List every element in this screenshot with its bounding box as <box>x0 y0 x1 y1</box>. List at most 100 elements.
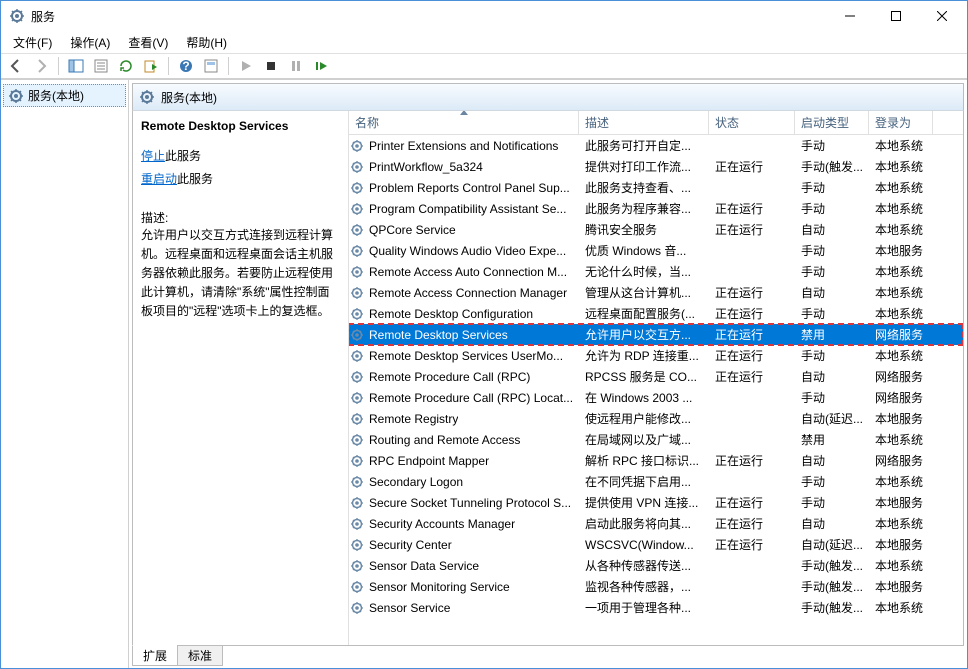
table-row[interactable]: Security CenterWSCSVC(Window...正在运行自动(延迟… <box>349 534 963 555</box>
start-service-button[interactable] <box>235 55 257 77</box>
table-row[interactable]: Sensor Monitoring Service监视各种传感器，...手动(触… <box>349 576 963 597</box>
table-row[interactable]: Remote Procedure Call (RPC)RPCSS 服务是 CO.… <box>349 366 963 387</box>
cell-startup: 手动 <box>795 473 869 490</box>
table-row[interactable]: Remote Registry使远程用户能修改...自动(延迟...本地服务 <box>349 408 963 429</box>
close-button[interactable] <box>919 1 965 31</box>
table-row[interactable]: Routing and Remote Access在局域网以及广域...禁用本地… <box>349 429 963 450</box>
column-header-status[interactable]: 状态 <box>709 111 795 134</box>
table-row[interactable]: Quality Windows Audio Video Expe...优质 Wi… <box>349 240 963 261</box>
table-row[interactable]: Remote Procedure Call (RPC) Locat...在 Wi… <box>349 387 963 408</box>
service-icon <box>349 180 365 196</box>
cell-startup: 手动(触发... <box>795 557 869 574</box>
service-icon <box>349 264 365 280</box>
tab-extended[interactable]: 扩展 <box>132 645 178 666</box>
table-row[interactable]: Program Compatibility Assistant Se...此服务… <box>349 198 963 219</box>
show-hide-tree-button[interactable] <box>65 55 87 77</box>
restart-link[interactable]: 重启动 <box>141 172 177 186</box>
service-icon <box>349 495 365 511</box>
menu-view[interactable]: 查看(V) <box>120 32 176 53</box>
cell-startup: 自动 <box>795 515 869 532</box>
restart-service-button[interactable] <box>310 55 332 77</box>
table-row[interactable]: Remote Desktop Services UserMo...允许为 RDP… <box>349 345 963 366</box>
service-icon <box>349 285 365 301</box>
minimize-button[interactable] <box>827 1 873 31</box>
detail-service-name: Remote Desktop Services <box>141 119 340 133</box>
cell-name: Routing and Remote Access <box>369 433 520 447</box>
properties-button[interactable] <box>90 55 112 77</box>
maximize-button[interactable] <box>873 1 919 31</box>
refresh-button[interactable] <box>115 55 137 77</box>
column-header-logon[interactable]: 登录为 <box>869 111 933 134</box>
cell-desc: 监视各种传感器，... <box>579 578 709 595</box>
cell-logon: 本地服务 <box>869 494 933 511</box>
tree-item-label: 服务(本地) <box>28 87 84 104</box>
cell-startup: 手动 <box>795 263 869 280</box>
cell-logon: 本地系统 <box>869 284 933 301</box>
menu-help[interactable]: 帮助(H) <box>178 32 235 53</box>
cell-logon: 网络服务 <box>869 326 933 343</box>
table-row[interactable]: Remote Access Auto Connection M... 无论什么时候… <box>349 261 963 282</box>
app-icon <box>9 8 25 24</box>
export-button[interactable] <box>140 55 162 77</box>
cell-status: 正在运行 <box>709 305 795 322</box>
gear-icon <box>8 88 24 104</box>
back-button[interactable] <box>5 55 27 77</box>
menu-file[interactable]: 文件(F) <box>5 32 60 53</box>
table-row[interactable]: Problem Reports Control Panel Sup...此服务支… <box>349 177 963 198</box>
cell-desc: 无论什么时候，当... <box>579 263 709 280</box>
service-icon <box>349 600 365 616</box>
help-index-button[interactable] <box>200 55 222 77</box>
main-pane: 服务(本地) Remote Desktop Services 停止此服务 重启动… <box>129 80 967 668</box>
table-row[interactable]: RPC Endpoint Mapper解析 RPC 接口标识...正在运行自动网… <box>349 450 963 471</box>
titlebar: 服务 <box>1 1 967 31</box>
cell-logon: 本地服务 <box>869 242 933 259</box>
menu-action[interactable]: 操作(A) <box>62 32 118 53</box>
tab-standard[interactable]: 标准 <box>177 645 223 666</box>
pause-service-button[interactable] <box>285 55 307 77</box>
cell-name: Secure Socket Tunneling Protocol S... <box>369 496 571 510</box>
service-icon <box>349 474 365 490</box>
table-row[interactable]: Security Accounts Manager启动此服务将向其...正在运行… <box>349 513 963 534</box>
cell-name: Remote Access Auto Connection M... <box>369 265 567 279</box>
tree-item-services-local[interactable]: 服务(本地) <box>3 84 126 107</box>
column-header-desc[interactable]: 描述 <box>579 111 709 134</box>
cell-startup: 禁用 <box>795 431 869 448</box>
table-row[interactable]: Sensor Service一项用于管理各种...手动(触发...本地系统 <box>349 597 963 618</box>
cell-desc: 从各种传感器传送... <box>579 557 709 574</box>
column-header-startup[interactable]: 启动类型 <box>795 111 869 134</box>
cell-logon: 本地系统 <box>869 305 933 322</box>
cell-status: 正在运行 <box>709 368 795 385</box>
cell-startup: 自动 <box>795 221 869 238</box>
list-body[interactable]: Printer Extensions and Notifications此服务可… <box>349 135 963 645</box>
svg-text:?: ? <box>182 59 189 73</box>
stop-service-button[interactable] <box>260 55 282 77</box>
cell-status: 正在运行 <box>709 452 795 469</box>
cell-name: Security Center <box>369 538 452 552</box>
cell-logon: 本地服务 <box>869 578 933 595</box>
help-button[interactable]: ? <box>175 55 197 77</box>
table-row[interactable]: Printer Extensions and Notifications此服务可… <box>349 135 963 156</box>
table-row[interactable]: Remote Desktop Configuration远程桌面配置服务(...… <box>349 303 963 324</box>
cell-desc: 提供使用 VPN 连接... <box>579 494 709 511</box>
menubar: 文件(F) 操作(A) 查看(V) 帮助(H) <box>1 31 967 53</box>
service-icon <box>349 537 365 553</box>
column-header-name[interactable]: 名称 <box>349 111 579 134</box>
forward-button[interactable] <box>30 55 52 77</box>
table-row[interactable]: PrintWorkflow_5a324提供对打印工作流...正在运行手动(触发.… <box>349 156 963 177</box>
table-row[interactable]: Secondary Logon在不同凭据下启用...手动本地系统 <box>349 471 963 492</box>
stop-link[interactable]: 停止 <box>141 149 165 163</box>
cell-name: Remote Desktop Services UserMo... <box>369 349 563 363</box>
table-row[interactable]: Secure Socket Tunneling Protocol S... 提供使… <box>349 492 963 513</box>
table-row[interactable]: Remote Access Connection Manager管理从这台计算机… <box>349 282 963 303</box>
service-icon <box>349 516 365 532</box>
cell-startup: 手动(触发... <box>795 578 869 595</box>
table-row[interactable]: Remote Desktop Services允许用户以交互方...正在运行禁用… <box>349 324 963 345</box>
cell-status: 正在运行 <box>709 221 795 238</box>
table-row[interactable]: QPCore Service腾讯安全服务正在运行自动本地系统 <box>349 219 963 240</box>
service-icon <box>349 453 365 469</box>
window-title: 服务 <box>31 8 55 25</box>
service-icon <box>349 327 365 343</box>
table-row[interactable]: Sensor Data Service从各种传感器传送...手动(触发...本地… <box>349 555 963 576</box>
cell-desc: 解析 RPC 接口标识... <box>579 452 709 469</box>
detail-desc-label: 描述: <box>141 209 340 226</box>
